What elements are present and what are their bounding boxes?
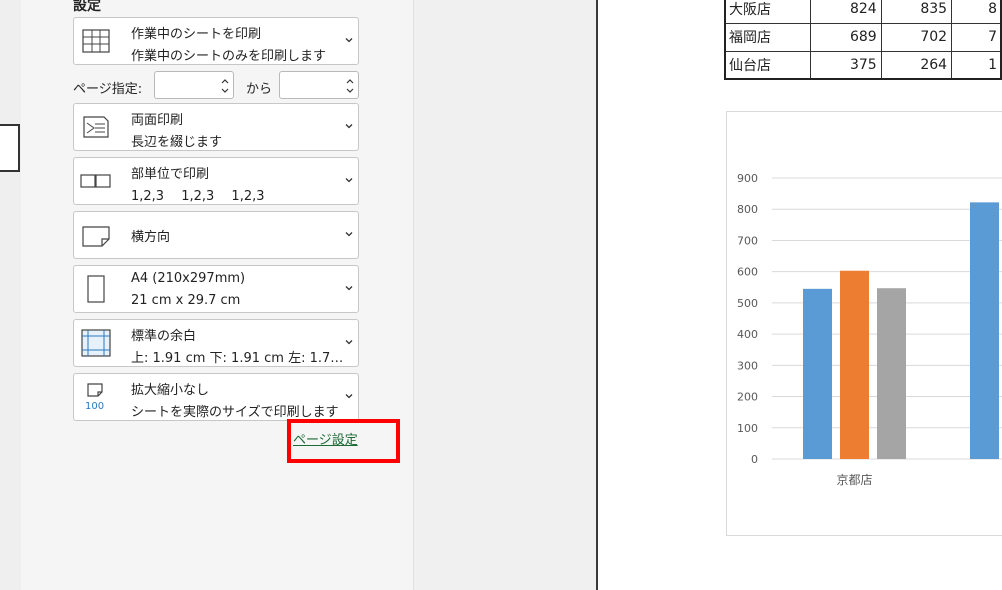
orientation-dropdown[interactable]: 横方向 bbox=[73, 211, 359, 259]
settings-heading: 設定 bbox=[73, 0, 101, 14]
scaling-description: シートを実際のサイズで印刷します bbox=[131, 405, 339, 420]
table-cell: 1 bbox=[951, 50, 1002, 80]
bar bbox=[970, 202, 999, 459]
print-preview-page: 大阪店 824 835 8 福岡店 689 702 7 仙台店 375 264 1 0 100 200 30… bbox=[596, 0, 1002, 590]
y-tick-label: 100 bbox=[737, 422, 758, 435]
page-from-input[interactable] bbox=[154, 71, 234, 99]
left-nav-strip bbox=[0, 0, 22, 590]
table-cell: 264 bbox=[880, 50, 953, 80]
preview-chart: 0 100 200 300 400 500 600 700 800 900 京都店 bbox=[726, 111, 1002, 536]
table-row: 大阪店 824 835 8 bbox=[724, 0, 1002, 24]
paper-size-description: 21 cm x 29.7 cm bbox=[131, 293, 241, 308]
landscape-page-icon bbox=[82, 226, 110, 247]
page-to-input[interactable] bbox=[279, 71, 359, 99]
table-cell: 702 bbox=[880, 22, 953, 52]
chevron-down-icon bbox=[345, 124, 353, 129]
y-tick-label: 500 bbox=[737, 297, 758, 310]
paper-size-label: A4 (210x297mm) bbox=[131, 271, 246, 286]
table-row: 福岡店 689 702 7 bbox=[724, 22, 1002, 52]
chevron-down-icon bbox=[345, 232, 353, 237]
page-range-row: ページ指定: から bbox=[73, 71, 363, 101]
y-tick-label: 900 bbox=[737, 172, 758, 185]
duplex-label: 両面印刷 bbox=[131, 113, 184, 128]
duplex-print-icon bbox=[83, 116, 109, 138]
margins-description: 上: 1.91 cm 下: 1.91 cm 左: 1.78 cm 右: 1.78… bbox=[131, 351, 347, 366]
preview-gutter bbox=[414, 0, 596, 590]
x-category-label: 京都店 bbox=[836, 473, 872, 487]
bar-chart-svg: 0 100 200 300 400 500 600 700 800 900 京都店 bbox=[737, 172, 1002, 487]
y-tick-label: 800 bbox=[737, 203, 758, 216]
print-what-description: 作業中のシートのみを印刷します bbox=[131, 49, 327, 64]
print-settings-pane: 設定 作業中のシートを印刷 作業中のシートのみを印刷します ページ指定: から bbox=[21, 0, 414, 590]
y-tick-label: 400 bbox=[737, 328, 758, 341]
chevron-down-icon bbox=[345, 178, 353, 183]
preview-data-table: 大阪店 824 835 8 福岡店 689 702 7 仙台店 375 264 1 bbox=[724, 0, 1002, 80]
bar bbox=[877, 288, 906, 459]
y-tick-label: 300 bbox=[737, 359, 758, 372]
svg-text:100: 100 bbox=[85, 401, 104, 412]
scaling-dropdown[interactable]: 100 拡大縮小なし シートを実際のサイズで印刷します bbox=[73, 373, 359, 421]
page-range-label: ページ指定: bbox=[73, 82, 143, 97]
collation-label: 部単位で印刷 bbox=[131, 167, 210, 182]
table-cell: 375 bbox=[810, 50, 882, 80]
table-cell: 8 bbox=[951, 0, 1002, 24]
y-tick-label: 700 bbox=[737, 234, 758, 247]
table-cell: 福岡店 bbox=[724, 22, 812, 52]
y-tick-label: 600 bbox=[737, 266, 758, 279]
print-what-dropdown[interactable]: 作業中のシートを印刷 作業中のシートのみを印刷します bbox=[73, 17, 359, 65]
spin-arrows-icon bbox=[346, 79, 354, 93]
table-cell: 689 bbox=[810, 22, 882, 52]
scaling-icon: 100 bbox=[85, 383, 104, 412]
bar bbox=[840, 270, 869, 459]
table-cell: 824 bbox=[810, 0, 882, 24]
y-tick-label: 0 bbox=[751, 453, 758, 466]
y-tick-label: 200 bbox=[737, 391, 758, 404]
chevron-down-icon bbox=[345, 394, 353, 399]
margins-dropdown[interactable]: 標準の余白 上: 1.91 cm 下: 1.91 cm 左: 1.78 cm 右… bbox=[73, 319, 359, 367]
spin-arrows-icon bbox=[221, 79, 229, 93]
duplex-description: 長辺を綴じます bbox=[131, 135, 223, 150]
collation-description: 1,2,3 1,2,3 1,2,3 bbox=[131, 189, 265, 204]
duplex-dropdown[interactable]: 両面印刷 長辺を綴じます bbox=[73, 103, 359, 151]
collate-icon bbox=[80, 174, 111, 188]
print-what-label: 作業中のシートを印刷 bbox=[131, 27, 262, 42]
sheet-grid-icon bbox=[82, 29, 110, 53]
paper-size-icon bbox=[87, 275, 105, 303]
chevron-down-icon bbox=[345, 340, 353, 345]
highlight-box bbox=[287, 419, 400, 463]
table-cell: 7 bbox=[951, 22, 1002, 52]
chevron-down-icon bbox=[345, 286, 353, 291]
margins-icon bbox=[81, 329, 111, 357]
collation-dropdown[interactable]: 部単位で印刷 1,2,3 1,2,3 1,2,3 bbox=[73, 157, 359, 205]
table-cell: 大阪店 bbox=[724, 0, 812, 24]
chevron-down-icon bbox=[345, 38, 353, 43]
bar bbox=[803, 288, 832, 459]
scaling-label: 拡大縮小なし bbox=[131, 383, 210, 398]
table-cell: 仙台店 bbox=[724, 50, 812, 80]
paper-size-dropdown[interactable]: A4 (210x297mm) 21 cm x 29.7 cm bbox=[73, 265, 359, 313]
orientation-label: 横方向 bbox=[131, 230, 171, 245]
table-cell: 835 bbox=[880, 0, 953, 24]
table-row: 仙台店 375 264 1 bbox=[724, 50, 1002, 80]
page-range-to-label: から bbox=[246, 82, 273, 97]
margins-label: 標準の余白 bbox=[131, 329, 197, 344]
left-nav-selected-item[interactable] bbox=[0, 124, 20, 172]
